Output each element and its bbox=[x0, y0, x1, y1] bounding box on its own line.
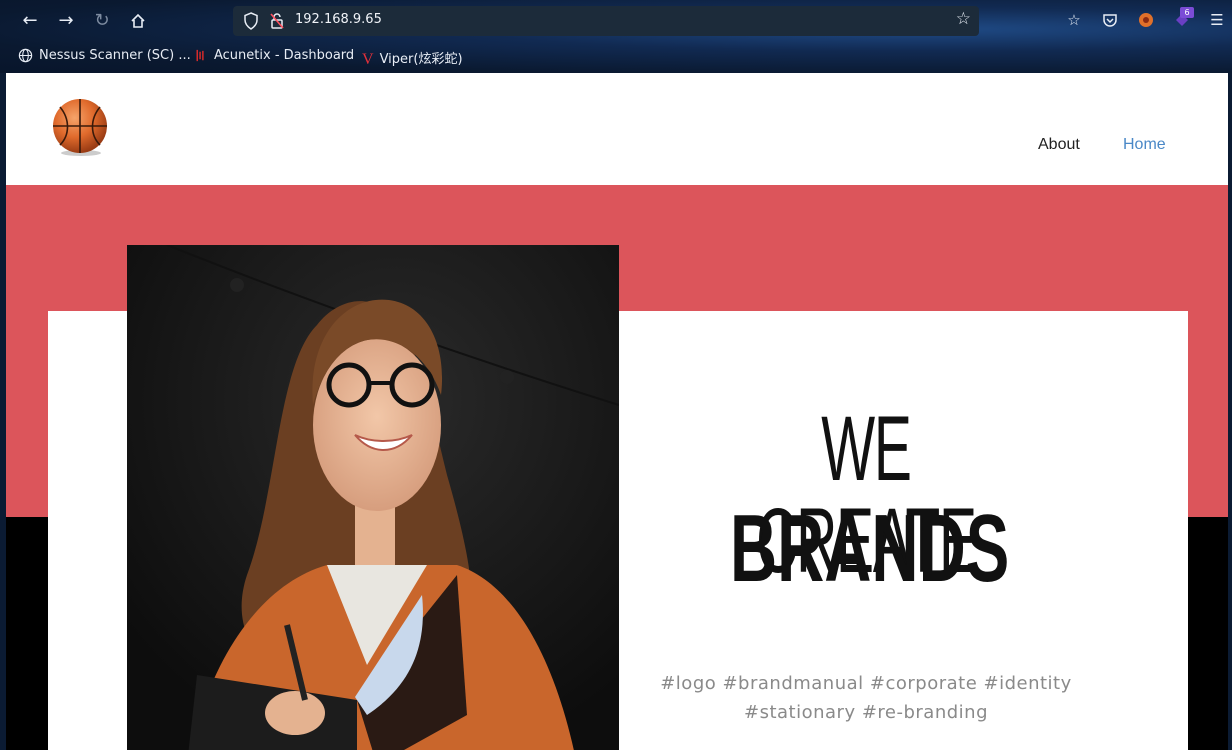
hero-photo bbox=[127, 245, 619, 750]
hero-headline-line2: BRANDS bbox=[730, 495, 1010, 602]
bookmark-viper[interactable]: V Viper(炫彩蛇) bbox=[362, 48, 463, 69]
extension-badge: 6 bbox=[1180, 7, 1194, 18]
bookmark-label: Viper(炫彩蛇) bbox=[379, 52, 463, 67]
menu-icon[interactable]: ☰ bbox=[1207, 10, 1227, 30]
hero-tags-line1: #logo #brandmanual #corporate #identity bbox=[660, 673, 1072, 694]
bookmark-star-icon[interactable]: ☆ bbox=[956, 9, 971, 29]
web-page: About Home WE CREATE BRANDS #logo #brand… bbox=[6, 73, 1228, 750]
address-bar[interactable]: 192.168.9.65 ☆ bbox=[233, 6, 979, 36]
shield-icon[interactable] bbox=[243, 12, 259, 30]
bookmark-label: Acunetix - Dashboard bbox=[214, 48, 355, 63]
forward-button[interactable]: → bbox=[52, 8, 80, 34]
basketball-logo[interactable] bbox=[50, 97, 110, 157]
nav-about-link[interactable]: About bbox=[1038, 136, 1080, 154]
home-icon bbox=[131, 13, 145, 28]
insecure-lock-icon[interactable] bbox=[269, 12, 285, 30]
browser-toolbar: ← → ↻ 192.168.9.65 ☆ ☆ 6 ☰ Nessus Scanne… bbox=[0, 0, 1232, 73]
pocket-icon[interactable] bbox=[1100, 10, 1120, 30]
viper-icon: V bbox=[362, 50, 374, 68]
extension-icon[interactable] bbox=[1136, 10, 1156, 30]
bookmark-nessus[interactable]: Nessus Scanner (SC) ... bbox=[18, 48, 191, 63]
back-button[interactable]: ← bbox=[16, 8, 44, 34]
acunetix-icon bbox=[196, 49, 204, 62]
bookmarks-bar: Nessus Scanner (SC) ... Acunetix - Dashb… bbox=[0, 44, 1232, 70]
url-text[interactable]: 192.168.9.65 bbox=[295, 12, 382, 27]
bookmarks-star-icon[interactable]: ☆ bbox=[1064, 10, 1084, 30]
nav-home-link[interactable]: Home bbox=[1123, 136, 1166, 154]
hero-tags: #logo #brandmanual #corporate #identity … bbox=[636, 669, 1096, 727]
bookmark-label: Nessus Scanner (SC) ... bbox=[39, 48, 191, 63]
home-button[interactable] bbox=[124, 8, 152, 34]
bookmark-acunetix[interactable]: Acunetix - Dashboard bbox=[194, 48, 354, 63]
reload-button[interactable]: ↻ bbox=[88, 8, 116, 34]
globe-icon bbox=[18, 48, 33, 63]
hero-tags-line2: #stationary #re-branding bbox=[743, 702, 988, 723]
site-header: About Home bbox=[6, 73, 1228, 185]
